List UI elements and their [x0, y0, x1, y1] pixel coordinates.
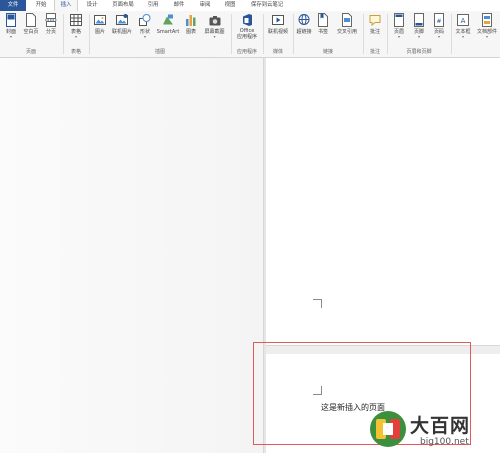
group-label-links: 链接	[322, 49, 333, 55]
group-illustrations: 图片 联机图片 形状 ▾ SmartArt 图表 屏幕截图 ▾ 插图	[90, 11, 230, 57]
footer-button[interactable]: 页脚 ▾	[409, 13, 429, 47]
comment-icon	[369, 15, 381, 27]
dropdown-caret-icon: ▾	[437, 34, 440, 39]
screenshot-camera-icon	[209, 16, 220, 26]
comment-label: 批注	[369, 29, 380, 35]
svg-text:#: #	[436, 18, 441, 25]
document-parts-button[interactable]: 文档部件 ▾	[474, 13, 500, 47]
chart-icon	[186, 15, 196, 26]
chart-label: 图表	[185, 29, 196, 35]
tab-save-to-cloud-notes[interactable]: 保存到云笔记	[246, 0, 288, 11]
cover-page-icon	[6, 13, 16, 27]
group-header-footer: 页眉 ▾ 页脚 ▾ # 页码 ▾ 页眉和页脚	[388, 11, 450, 57]
group-label-pages: 页面	[25, 49, 36, 55]
online-pictures-label: 联机图片	[111, 29, 132, 35]
table-icon	[70, 14, 82, 26]
watermark-logo	[370, 411, 406, 447]
group-label-apps: 应用程序	[236, 49, 257, 55]
office-apps-button[interactable]: Office 应用程序	[233, 13, 261, 47]
dropdown-caret-icon: ▾	[461, 34, 464, 39]
group-label-illustrations: 插图	[154, 49, 165, 55]
dropdown-caret-icon: ▾	[417, 34, 420, 39]
text-box-button[interactable]: A 文本框 ▾	[453, 13, 473, 47]
online-video-button[interactable]: 联机视频	[265, 13, 291, 47]
office-apps-label-line2: 应用程序	[236, 34, 257, 40]
online-picture-icon	[116, 14, 128, 25]
tab-references[interactable]: 引用	[143, 0, 163, 11]
svg-text:A: A	[461, 17, 466, 25]
picture-button[interactable]: 图片	[92, 13, 108, 47]
screenshot-button[interactable]: 屏幕截图 ▾	[201, 13, 228, 47]
bookmark-label: 书签	[317, 29, 328, 35]
tab-home[interactable]: 开始	[31, 0, 51, 11]
footer-icon	[414, 13, 424, 27]
cover-page-button[interactable]: 封面 ▾	[2, 13, 20, 47]
group-pages: 封面 ▾ 空白页 分页 页面	[0, 11, 62, 57]
dropdown-caret-icon: ▾	[485, 34, 488, 39]
group-tables: 表格 ▾ 表格	[64, 11, 88, 57]
margin-corner-mark	[313, 299, 322, 308]
page-break-icon	[45, 13, 57, 27]
group-label-header-footer: 页眉和页脚	[406, 49, 432, 55]
page-break-label: 分页	[45, 29, 56, 35]
group-comments: 批注 批注	[364, 11, 386, 57]
tab-file[interactable]: 文件	[0, 0, 26, 11]
tab-review[interactable]: 审阅	[195, 0, 215, 11]
smartart-button[interactable]: SmartArt	[155, 13, 181, 47]
blank-page-label: 空白页	[23, 29, 39, 35]
dropdown-caret-icon: ▾	[9, 34, 12, 39]
group-media: 联机视频 媒体	[264, 11, 292, 57]
dropdown-caret-icon: ▾	[397, 34, 400, 39]
dropdown-caret-icon: ▾	[213, 34, 216, 39]
group-label-tables: 表格	[70, 49, 81, 55]
smartart-icon	[163, 14, 173, 25]
ribbon-insert: 封面 ▾ 空白页 分页 页面 表格 ▾ 表格 图片 联机图片 形状 ▾ Smar…	[0, 11, 500, 58]
group-label-media: 媒体	[272, 49, 283, 55]
chart-button[interactable]: 图表	[183, 13, 199, 47]
group-links: 超链接 书签 交叉引用 链接	[294, 11, 362, 57]
dropdown-caret-icon: ▾	[143, 34, 146, 39]
cross-reference-icon	[342, 13, 352, 27]
page-previous[interactable]	[0, 58, 263, 453]
tab-design[interactable]: 设计	[82, 0, 102, 11]
hyperlink-globe-icon	[298, 14, 310, 25]
office-store-icon	[243, 14, 252, 26]
cross-reference-label: 交叉引用	[336, 29, 357, 35]
text-box-icon: A	[457, 14, 469, 26]
watermark-title: 大百网	[410, 415, 471, 437]
dropdown-caret-icon: ▾	[74, 34, 77, 39]
tab-view[interactable]: 视图	[220, 0, 240, 11]
bookmark-icon	[318, 13, 328, 27]
cross-reference-button[interactable]: 交叉引用	[333, 13, 361, 47]
header-button[interactable]: 页眉 ▾	[389, 13, 409, 47]
page-current[interactable]	[266, 58, 500, 345]
tab-mailings[interactable]: 邮件	[169, 0, 189, 11]
blank-page-button[interactable]: 空白页	[21, 13, 41, 47]
picture-icon	[94, 15, 106, 25]
bookmark-button[interactable]: 书签	[315, 13, 331, 47]
smartart-label: SmartArt	[156, 29, 180, 35]
blank-page-icon	[26, 13, 36, 27]
document-parts-icon	[482, 13, 492, 27]
page-number-icon: #	[434, 13, 444, 27]
online-pictures-button[interactable]: 联机图片	[109, 13, 135, 47]
shapes-button[interactable]: 形状 ▾	[136, 13, 154, 47]
header-icon	[394, 13, 404, 27]
online-video-label: 联机视频	[267, 29, 288, 35]
page-number-button[interactable]: # 页码 ▾	[429, 13, 449, 47]
watermark-url: big100.net	[420, 437, 469, 447]
shapes-icon	[139, 14, 151, 26]
hyperlink-button[interactable]: 超链接	[295, 13, 313, 47]
hyperlink-label: 超链接	[296, 29, 312, 35]
group-apps: Office 应用程序 应用程序	[232, 11, 262, 57]
page-break-button[interactable]: 分页	[42, 13, 60, 47]
group-text: A 文本框 ▾ 文档部件 ▾	[452, 11, 500, 57]
comment-button[interactable]: 批注	[366, 13, 384, 47]
tab-page-layout[interactable]: 页面布局	[106, 0, 140, 11]
group-label-comments: 批注	[369, 49, 380, 55]
table-button[interactable]: 表格 ▾	[67, 13, 85, 47]
picture-label: 图片	[94, 29, 105, 35]
online-video-icon	[272, 15, 284, 25]
